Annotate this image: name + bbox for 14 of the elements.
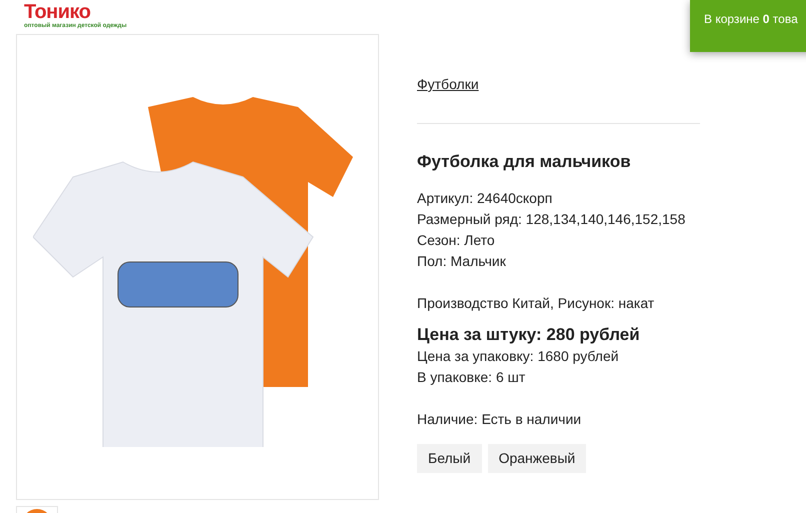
product-attribute: Размерный ряд: 128,134,140,146,152,158 (417, 210, 686, 229)
product-title: Футболка для мальчиков (417, 151, 632, 173)
product-attribute: Пол: Мальчик (417, 252, 507, 271)
pack-info: Цена за упаковку: 1680 рублей (417, 347, 620, 366)
logo-wordmark[interactable]: Тонико (24, 1, 91, 23)
production-info: Производство Китай, Рисунок: накат (417, 294, 656, 313)
pack-info: В упаковке: 6 шт (417, 368, 526, 387)
color-option[interactable]: Оранжевый (488, 444, 586, 473)
category-link[interactable]: Футболки (417, 74, 479, 95)
color-option[interactable]: Белый (417, 444, 482, 473)
product-attribute: Сезон: Лето (417, 231, 496, 250)
product-attribute: Артикул: 24640скорп (417, 189, 554, 208)
availability: Наличие: Есть в наличии (417, 410, 582, 429)
price: Цена за штуку: 280 рублей (417, 324, 641, 346)
